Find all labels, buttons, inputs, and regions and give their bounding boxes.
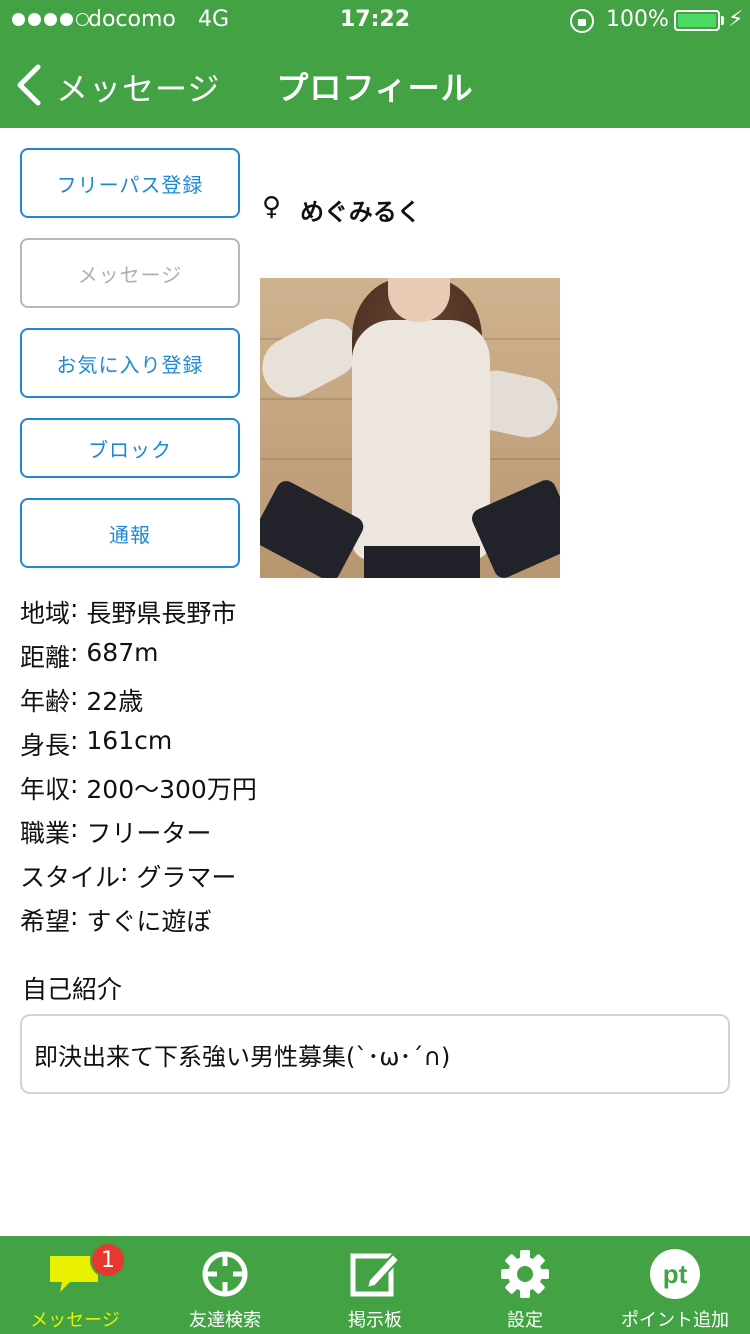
message-button[interactable]: メッセージ	[20, 238, 240, 308]
unread-badge: 1	[90, 1242, 126, 1278]
report-button[interactable]: 通報	[20, 498, 240, 568]
info-row-height: 身長: 161cm	[20, 726, 173, 760]
info-row-income: 年収: 200〜300万円	[20, 770, 257, 804]
tab-settings[interactable]: 設定	[450, 1236, 600, 1334]
info-row-region: 地域: 長野県長野市	[20, 594, 237, 628]
info-row-style: スタイル: グラマー	[20, 858, 237, 892]
chat-bubble-icon	[0, 1246, 150, 1302]
crosshair-icon	[150, 1246, 300, 1302]
intro-heading: 自己紹介	[22, 975, 123, 1004]
tab-friend-search[interactable]: 友達検索	[150, 1236, 300, 1334]
status-bar: docomo 4G 17:22 100% ⚡	[0, 0, 750, 40]
tab-board[interactable]: 掲示板	[300, 1236, 450, 1334]
favorite-button[interactable]: お気に入り登録	[20, 328, 240, 398]
info-row-occupation: 職業: フリーター	[20, 814, 212, 848]
rotation-lock-icon	[570, 9, 594, 33]
battery-percent: 100%	[606, 7, 669, 32]
gear-icon	[450, 1246, 600, 1302]
freepass-button[interactable]: フリーパス登録	[20, 148, 240, 218]
info-row-wish: 希望: すぐに遊ぼ	[20, 902, 212, 936]
nav-bar: メッセージ プロフィール	[0, 40, 750, 128]
tab-bar: 1 メッセージ 友達検索 掲示板 設定 pt ポイント追加	[0, 1236, 750, 1334]
page-title: プロフィール	[276, 69, 474, 107]
tab-add-points[interactable]: pt ポイント追加	[600, 1236, 750, 1334]
edit-icon	[300, 1246, 450, 1302]
battery-icon	[674, 10, 720, 31]
svg-text:pt: pt	[663, 1259, 688, 1289]
profile-info: 地域: 長野県長野市 距離: 687m 年齢: 22歳 身長: 161cm 年収…	[20, 594, 257, 946]
profile-name: めぐみるく	[300, 198, 421, 226]
info-row-age: 年齢: 22歳	[20, 682, 144, 716]
tab-messages[interactable]: 1 メッセージ	[0, 1236, 150, 1334]
female-icon: ♀	[262, 192, 282, 222]
profile-photo[interactable]	[260, 278, 560, 578]
charging-icon: ⚡	[728, 7, 744, 32]
intro-text: 即決出来て下系強い男性募集(`･ω･´∩)	[20, 1014, 730, 1094]
header: docomo 4G 17:22 100% ⚡ メッセージ プロフィール	[0, 0, 750, 128]
block-button[interactable]: ブロック	[20, 418, 240, 478]
pt-icon: pt	[600, 1246, 750, 1302]
info-row-distance: 距離: 687m	[20, 638, 159, 672]
